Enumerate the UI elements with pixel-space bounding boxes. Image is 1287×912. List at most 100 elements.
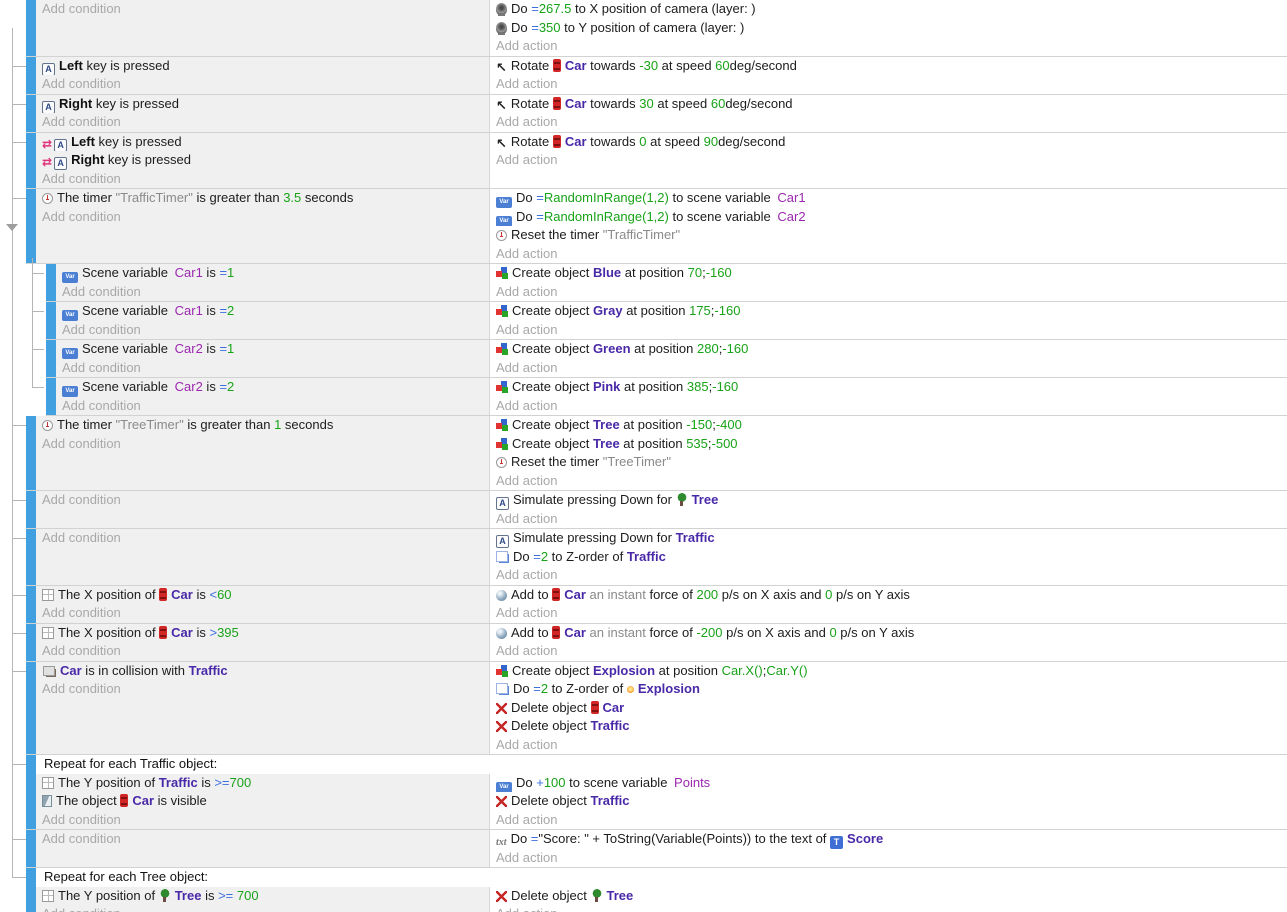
action-line[interactable]: Do =267.5 to X position of camera (layer… — [490, 0, 1287, 19]
add-action-button[interactable]: Add action — [490, 283, 1287, 302]
action-line[interactable]: Delete object Tree — [490, 887, 1287, 906]
action-line[interactable]: txtDo ="Score: " + ToString(Variable(Poi… — [490, 830, 1287, 849]
action-line[interactable]: ↖Rotate Car towards 30 at speed 60deg/se… — [490, 95, 1287, 114]
add-action-button[interactable]: Add action — [490, 472, 1287, 491]
action-line[interactable]: Reset the timer "TreeTimer" — [490, 453, 1287, 472]
action-line[interactable]: ASimulate pressing Down for Traffic — [490, 529, 1287, 548]
condition-line[interactable]: ALeft key is pressed — [36, 57, 489, 76]
action-line[interactable]: Create object Explosion at position Car.… — [490, 662, 1287, 681]
event-highlight-bar[interactable] — [26, 662, 36, 755]
add-condition-button[interactable]: Add condition — [36, 905, 489, 912]
event-highlight-bar[interactable] — [26, 586, 36, 623]
add-condition-button[interactable]: Add condition — [36, 0, 489, 19]
event-highlight-bar[interactable] — [26, 830, 36, 867]
add-action-button[interactable]: Add action — [490, 811, 1287, 830]
event-highlight-bar[interactable] — [26, 624, 36, 661]
event-highlight-bar[interactable] — [26, 868, 36, 912]
add-action-button[interactable]: Add action — [490, 321, 1287, 340]
action-line[interactable]: Do =350 to Y position of camera (layer: … — [490, 19, 1287, 38]
event-highlight-bar[interactable] — [26, 95, 36, 132]
add-condition-button[interactable]: Add condition — [36, 604, 489, 623]
event-highlight-bar[interactable] — [26, 491, 36, 528]
add-action-button[interactable]: Add action — [490, 510, 1287, 529]
add-condition-button[interactable]: Add condition — [36, 435, 489, 454]
action-line[interactable]: Create object Tree at position -150;-400 — [490, 416, 1287, 435]
add-action-button[interactable]: Add action — [490, 151, 1287, 170]
condition-line[interactable]: Car is in collision with Traffic — [36, 662, 489, 681]
add-condition-button[interactable]: Add condition — [56, 397, 489, 416]
action-line[interactable]: Create object Tree at position 535;-500 — [490, 435, 1287, 454]
add-action-button[interactable]: Add action — [490, 604, 1287, 623]
repeat-header[interactable]: Repeat for each Traffic object: — [36, 755, 1287, 774]
condition-line[interactable]: The Y position of Traffic is >=700 — [36, 774, 489, 793]
condition-line[interactable]: ⇄ALeft key is pressed — [36, 133, 489, 152]
event-highlight-bar[interactable] — [26, 57, 36, 94]
add-action-button[interactable]: Add action — [490, 113, 1287, 132]
action-line[interactable]: VarDo =RandomInRange(1,2) to scene varia… — [490, 189, 1287, 208]
condition-line[interactable]: The X position of Car is >395 — [36, 624, 489, 643]
event-highlight-bar[interactable] — [26, 416, 36, 490]
action-line[interactable]: Delete object Traffic — [490, 717, 1287, 736]
add-condition-button[interactable]: Add condition — [56, 283, 489, 302]
event-highlight-bar[interactable] — [26, 529, 36, 585]
repeat-header[interactable]: Repeat for each Tree object: — [36, 868, 1287, 887]
condition-line[interactable]: ARight key is pressed — [36, 95, 489, 114]
add-condition-button[interactable]: Add condition — [36, 811, 489, 830]
add-condition-button[interactable]: Add condition — [36, 208, 489, 227]
action-line[interactable]: Create object Green at position 280;-160 — [490, 340, 1287, 359]
add-condition-button[interactable]: Add condition — [56, 359, 489, 378]
add-action-button[interactable]: Add action — [490, 566, 1287, 585]
add-condition-button[interactable]: Add condition — [36, 170, 489, 189]
action-line[interactable]: Create object Gray at position 175;-160 — [490, 302, 1287, 321]
action-line[interactable]: ASimulate pressing Down for Tree — [490, 491, 1287, 510]
condition-line[interactable]: The Y position of Tree is >= 700 — [36, 887, 489, 906]
condition-line[interactable]: The object Car is visible — [36, 792, 489, 811]
add-condition-button[interactable]: Add condition — [36, 680, 489, 699]
action-line[interactable]: VarDo +100 to scene variable Points — [490, 774, 1287, 793]
event-highlight-bar[interactable] — [46, 378, 56, 415]
add-action-button[interactable]: Add action — [490, 397, 1287, 416]
action-line[interactable]: Add to Car an instant force of 200 p/s o… — [490, 586, 1287, 605]
event-highlight-bar[interactable] — [46, 302, 56, 339]
add-condition-button[interactable]: Add condition — [36, 113, 489, 132]
action-line[interactable]: Delete object Car — [490, 699, 1287, 718]
condition-line[interactable]: VarScene variable Car2 is =1 — [56, 340, 489, 359]
condition-line[interactable]: The X position of Car is <60 — [36, 586, 489, 605]
add-action-button[interactable]: Add action — [490, 642, 1287, 661]
add-condition-button[interactable]: Add condition — [36, 529, 489, 548]
add-action-button[interactable]: Add action — [490, 359, 1287, 378]
action-line[interactable]: ↖Rotate Car towards 0 at speed 90deg/sec… — [490, 133, 1287, 152]
event-highlight-bar[interactable] — [46, 264, 56, 301]
add-condition-button[interactable]: Add condition — [36, 830, 489, 849]
add-action-button[interactable]: Add action — [490, 75, 1287, 94]
collapse-arrow-icon[interactable] — [6, 224, 18, 231]
event-highlight-bar[interactable] — [26, 755, 36, 829]
add-action-button[interactable]: Add action — [490, 905, 1287, 912]
action-line[interactable]: Reset the timer "TrafficTimer" — [490, 226, 1287, 245]
action-line[interactable]: Create object Blue at position 70;-160 — [490, 264, 1287, 283]
add-condition-button[interactable]: Add condition — [36, 491, 489, 510]
event-highlight-bar[interactable] — [26, 189, 36, 263]
event-highlight-bar[interactable] — [26, 0, 36, 56]
action-line[interactable]: Create object Pink at position 385;-160 — [490, 378, 1287, 397]
action-line[interactable]: Do =2 to Z-order of Traffic — [490, 548, 1287, 567]
add-action-button[interactable]: Add action — [490, 245, 1287, 264]
add-condition-button[interactable]: Add condition — [56, 321, 489, 340]
condition-line[interactable]: The timer "TrafficTimer" is greater than… — [36, 189, 489, 208]
add-action-button[interactable]: Add action — [490, 736, 1287, 755]
action-line[interactable]: Delete object Traffic — [490, 792, 1287, 811]
condition-line[interactable]: The timer "TreeTimer" is greater than 1 … — [36, 416, 489, 435]
action-line[interactable]: ↖Rotate Car towards -30 at speed 60deg/s… — [490, 57, 1287, 76]
event-highlight-bar[interactable] — [26, 133, 36, 189]
event-highlight-bar[interactable] — [46, 340, 56, 377]
action-line[interactable]: Add to Car an instant force of -200 p/s … — [490, 624, 1287, 643]
add-action-button[interactable]: Add action — [490, 849, 1287, 868]
condition-line[interactable]: ⇄ARight key is pressed — [36, 151, 489, 170]
action-line[interactable]: VarDo =RandomInRange(1,2) to scene varia… — [490, 208, 1287, 227]
condition-line[interactable]: VarScene variable Car1 is =2 — [56, 302, 489, 321]
add-condition-button[interactable]: Add condition — [36, 75, 489, 94]
add-condition-button[interactable]: Add condition — [36, 642, 489, 661]
action-line[interactable]: Do =2 to Z-order of Explosion — [490, 680, 1287, 699]
condition-line[interactable]: VarScene variable Car1 is =1 — [56, 264, 489, 283]
add-action-button[interactable]: Add action — [490, 37, 1287, 56]
